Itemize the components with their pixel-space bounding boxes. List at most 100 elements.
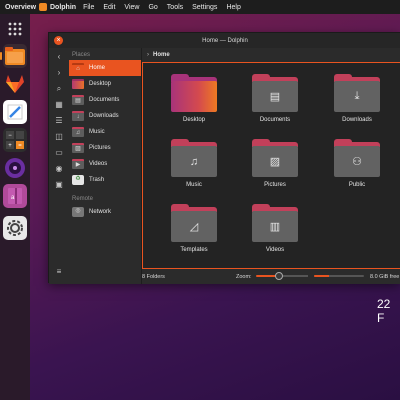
- app-grid-icon[interactable]: [3, 17, 27, 41]
- people-glyph-icon: ⚇: [334, 139, 380, 177]
- sidebar-item-music[interactable]: ♫ Music: [69, 124, 141, 140]
- sidebar-item-network[interactable]: ◎ Network: [69, 204, 141, 220]
- window-title: Home — Dolphin: [202, 37, 248, 44]
- svg-text:+: +: [8, 143, 12, 149]
- sidebar-item-downloads[interactable]: ↓ Downloads: [69, 108, 141, 124]
- files-icon[interactable]: [3, 44, 27, 68]
- settings-icon[interactable]: [3, 216, 27, 240]
- new-folder-icon[interactable]: ▭: [54, 148, 64, 158]
- folder-music[interactable]: ♫ Music: [164, 131, 224, 195]
- folder-templates[interactable]: ◿ Templates: [164, 196, 224, 260]
- folder-public[interactable]: ⚇ Public: [327, 131, 387, 195]
- sidebar-item-label: Desktop: [89, 81, 112, 87]
- menu-help[interactable]: Help: [226, 4, 240, 11]
- dolphin-app-icon: [39, 3, 47, 11]
- document-glyph-icon: ▤: [252, 74, 298, 112]
- gitlab-icon[interactable]: [3, 72, 27, 96]
- zoom-slider-rest: [279, 275, 308, 277]
- back-icon[interactable]: ‹: [54, 52, 64, 62]
- sidebar-item-label: Downloads: [89, 113, 119, 119]
- folder-label: Music: [186, 182, 202, 188]
- sidebar-item-label: Trash: [89, 177, 105, 183]
- svg-text:=: =: [18, 143, 22, 149]
- preview-icon[interactable]: ◉: [54, 164, 64, 174]
- disk-usage-bar: [314, 275, 364, 277]
- sidebar-item-home[interactable]: ⌂ Home: [69, 60, 141, 76]
- zoom-slider-handle[interactable]: [275, 272, 284, 280]
- breadcrumb[interactable]: › Home: [142, 48, 400, 62]
- desktop-date-text: 22 F: [377, 297, 391, 325]
- active-indicator: [0, 52, 2, 60]
- zoom-label: Zoom:: [236, 273, 252, 280]
- menu-edit[interactable]: Edit: [103, 4, 115, 11]
- folder-documents[interactable]: ▤ Documents: [245, 66, 305, 130]
- overview-button[interactable]: Overview: [0, 4, 36, 11]
- search-icon[interactable]: ⌕: [54, 84, 64, 94]
- documents-folder-icon: ▤: [72, 95, 84, 105]
- template-glyph-icon: ◿: [171, 204, 217, 242]
- folder-downloads[interactable]: ⤓ Downloads: [327, 66, 387, 130]
- videos-folder-icon: ▶: [72, 159, 84, 169]
- folder-label: Public: [348, 182, 366, 188]
- sidebar-item-label: Music: [89, 129, 105, 135]
- folder-videos[interactable]: ▥ Videos: [245, 196, 305, 260]
- disk-usage-fill: [314, 275, 329, 277]
- music-player-icon[interactable]: [3, 156, 27, 180]
- sidebar-item-label: Home: [89, 65, 106, 71]
- music-note-icon: ♫: [171, 139, 217, 177]
- folder-pictures[interactable]: ▨ Pictures: [245, 131, 305, 195]
- remote-heading: Remote: [72, 196, 94, 202]
- status-bar: 8 Folders Zoom: 8.0 GiB free: [142, 269, 400, 284]
- breadcrumb-home[interactable]: Home: [153, 52, 170, 58]
- details-view-icon[interactable]: ☰: [54, 116, 64, 126]
- folder-label: Documents: [259, 117, 291, 123]
- sidebar-item-documents[interactable]: ▤ Documents: [69, 92, 141, 108]
- folder-label: Videos: [265, 247, 285, 253]
- places-panel: Places ⌂ Home Desktop ▤ Documents ↓ Down…: [69, 48, 141, 220]
- sidebar: ‹ › ⌕ ▦ ☰ ◫ ▭ ◉ ▣ ≡ Places ⌂ Home Deskto…: [49, 48, 141, 284]
- calculator-icon[interactable]: − + =: [3, 128, 27, 152]
- music-folder-icon: ♫: [72, 127, 84, 137]
- trash-icon: ♻: [72, 175, 84, 185]
- folder-label: Templates: [180, 247, 208, 253]
- chevron-right-icon: ›: [147, 52, 149, 58]
- desktop-folder-icon: [72, 79, 84, 89]
- folder-desktop[interactable]: Desktop: [164, 66, 224, 130]
- forward-icon[interactable]: ›: [54, 68, 64, 78]
- text-editor-icon[interactable]: [3, 100, 27, 124]
- top-bar: Overview Dolphin File Edit View Go Tools…: [0, 0, 400, 14]
- film-glyph-icon: ▥: [252, 204, 298, 242]
- places-heading: Places: [72, 52, 91, 58]
- app-name[interactable]: Dolphin: [50, 4, 76, 11]
- sidebar-item-label: Pictures: [89, 145, 111, 151]
- download-glyph-icon: ⤓: [334, 74, 380, 112]
- network-icon: ◎: [72, 207, 84, 217]
- icon-view-icon[interactable]: ▦: [54, 100, 64, 110]
- downloads-folder-icon: ↓: [72, 111, 84, 121]
- title-bar[interactable]: × Home — Dolphin: [49, 33, 400, 48]
- tool-column: ‹ › ⌕ ▦ ☰ ◫ ▭ ◉ ▣ ≡: [49, 48, 69, 284]
- folder-count: 8 Folders: [142, 273, 165, 280]
- sidebar-item-pictures[interactable]: ▨ Pictures: [69, 140, 141, 156]
- sidebar-item-label: Documents: [89, 97, 120, 103]
- menu-view[interactable]: View: [124, 4, 139, 11]
- menu-go[interactable]: Go: [148, 4, 157, 11]
- folder-label: Desktop: [182, 117, 205, 123]
- pictures-folder-icon: ▨: [72, 143, 84, 153]
- hamburger-menu-icon[interactable]: ≡: [54, 267, 64, 277]
- sidebar-item-desktop[interactable]: Desktop: [69, 76, 141, 92]
- dictionary-icon[interactable]: a: [3, 184, 27, 208]
- file-view[interactable]: Desktop ▤ Documents ⤓ Downloads ♫ Music: [142, 62, 400, 269]
- svg-text:−: −: [8, 133, 12, 139]
- dock: − + = a: [0, 14, 30, 400]
- sidebar-item-trash[interactable]: ♻ Trash: [69, 172, 141, 188]
- close-icon[interactable]: ×: [54, 36, 63, 45]
- menu-file[interactable]: File: [83, 4, 94, 11]
- home-icon: ⌂: [72, 63, 84, 73]
- menu-tools[interactable]: Tools: [167, 4, 183, 11]
- sidebar-item-videos[interactable]: ▶ Videos: [69, 156, 141, 172]
- terminal-icon[interactable]: ▣: [54, 180, 64, 190]
- folder-label: Downloads: [342, 117, 372, 123]
- menu-settings[interactable]: Settings: [192, 4, 217, 11]
- split-view-icon[interactable]: ◫: [54, 132, 64, 142]
